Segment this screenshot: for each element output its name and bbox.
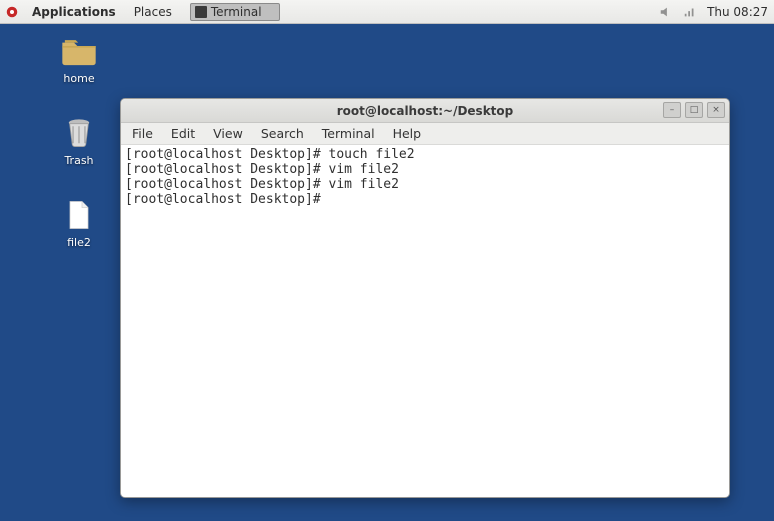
folder-home-icon [59,34,99,68]
menu-edit[interactable]: Edit [162,123,204,144]
terminal-menubar: File Edit View Search Terminal Help [121,123,729,145]
desktop-icon-label: file2 [67,236,91,249]
network-icon[interactable] [683,5,697,19]
maximize-button[interactable]: □ [685,102,703,118]
panel-right: Thu 08:27 [659,5,770,19]
window-title: root@localhost:~/Desktop [121,104,729,118]
desktop-icon-file2[interactable]: file2 [44,198,114,249]
top-panel: Applications Places Terminal Thu 08:27 [0,0,774,24]
desktop-icon-home[interactable]: home [44,34,114,85]
menu-view[interactable]: View [204,123,252,144]
volume-icon[interactable] [659,5,673,19]
desktop-icon-label: Trash [64,154,93,167]
menu-search[interactable]: Search [252,123,313,144]
window-controls: – □ × [663,102,725,118]
close-button[interactable]: × [707,102,725,118]
menu-file[interactable]: File [123,123,162,144]
panel-left: Applications Places Terminal [4,2,280,22]
terminal-window: root@localhost:~/Desktop – □ × File Edit… [120,98,730,498]
menu-terminal[interactable]: Terminal [313,123,384,144]
terminal-line: [root@localhost Desktop]# [125,192,725,207]
desktop-icon-label: home [63,72,94,85]
terminal-line: [root@localhost Desktop]# vim file2 [125,162,725,177]
menu-help[interactable]: Help [384,123,431,144]
window-titlebar[interactable]: root@localhost:~/Desktop – □ × [121,99,729,123]
taskbar-terminal-button[interactable]: Terminal [190,3,280,21]
terminal-line: [root@localhost Desktop]# vim file2 [125,177,725,192]
terminal-line: [root@localhost Desktop]# touch file2 [125,147,725,162]
distro-logo-icon [4,4,20,20]
file-icon [59,198,99,232]
trash-icon [59,116,99,150]
desktop-icon-trash[interactable]: Trash [44,116,114,167]
terminal-icon [195,6,207,18]
applications-menu[interactable]: Applications [24,2,124,22]
terminal-output[interactable]: [root@localhost Desktop]# touch file2[ro… [121,145,729,497]
clock[interactable]: Thu 08:27 [707,5,768,19]
taskbar-label: Terminal [211,5,262,19]
desktop[interactable]: home Trash file2 root@localhost:~/Deskto… [0,24,774,521]
places-menu[interactable]: Places [126,2,180,22]
minimize-button[interactable]: – [663,102,681,118]
